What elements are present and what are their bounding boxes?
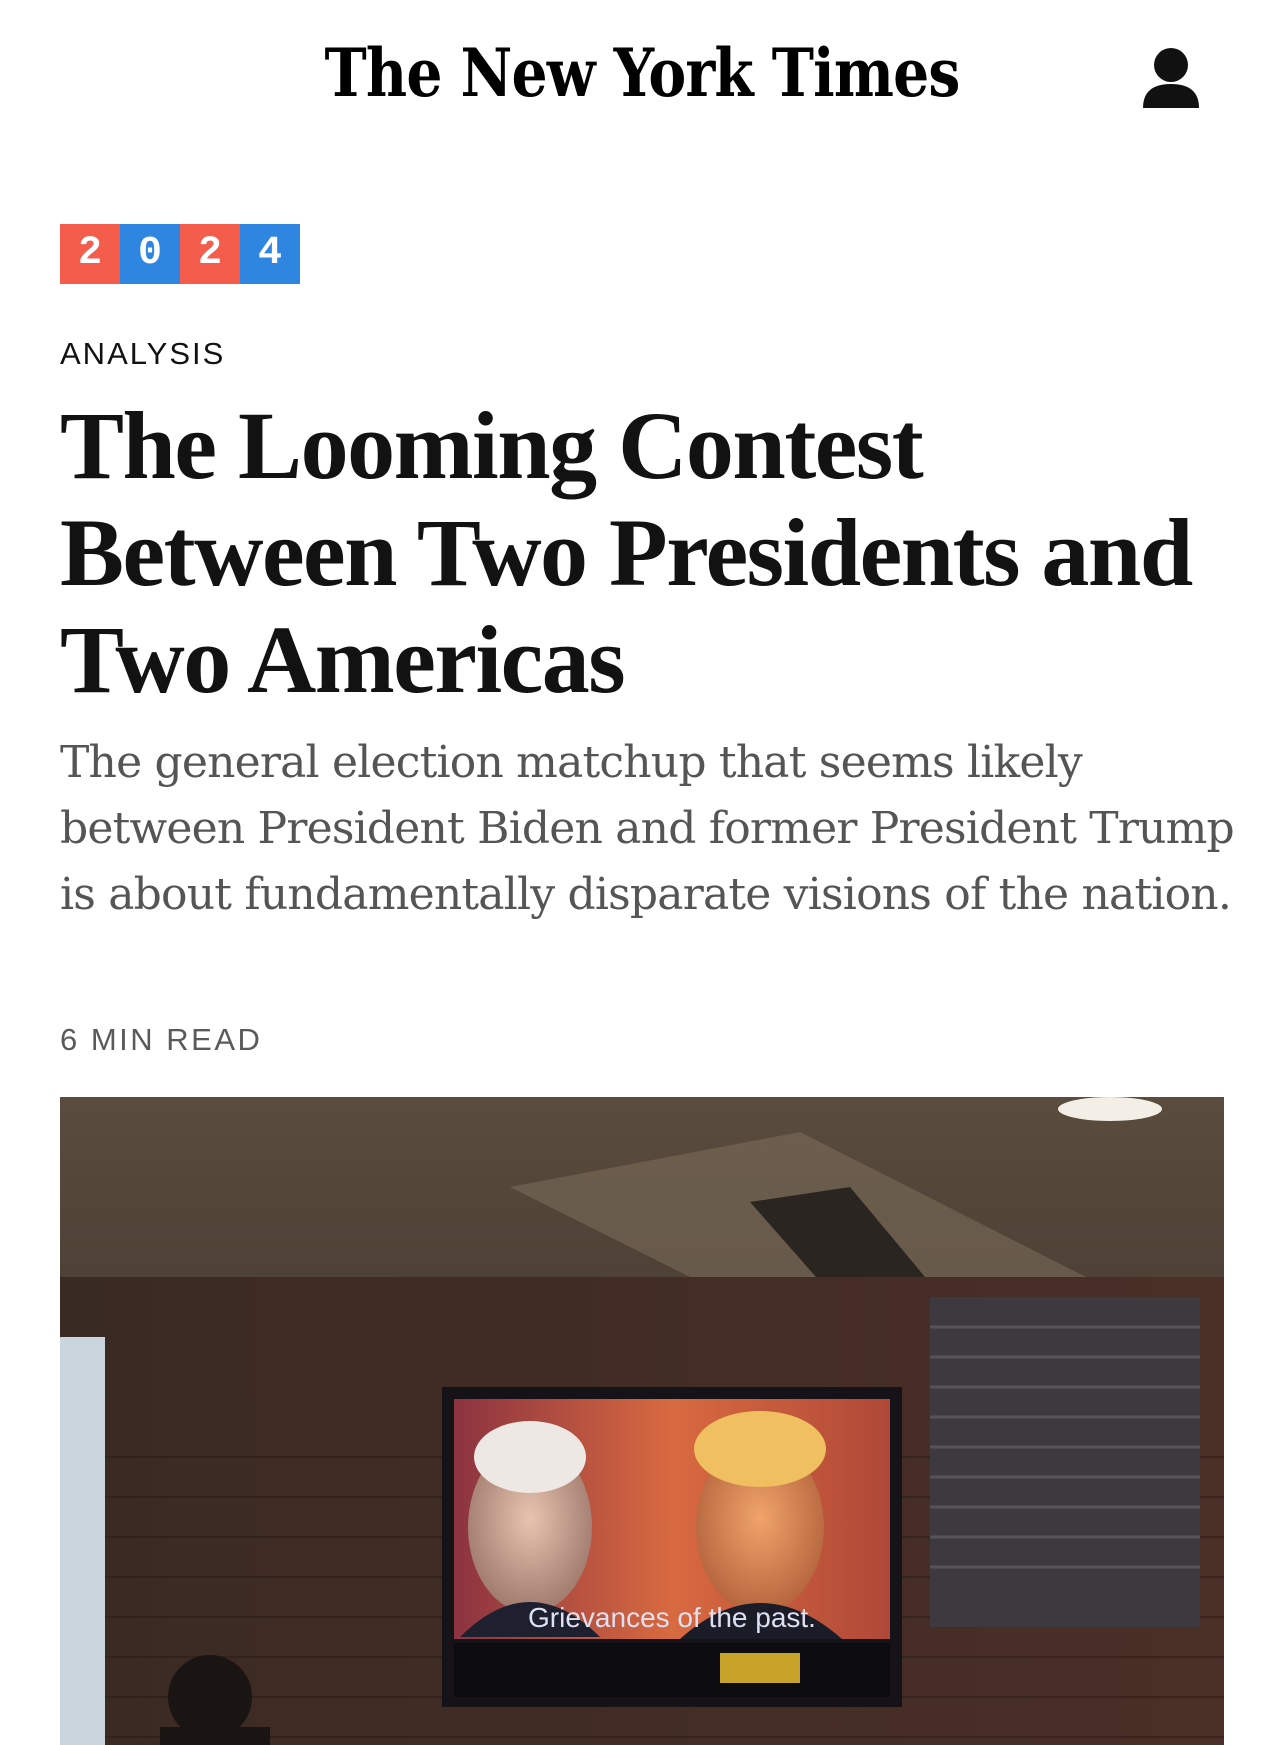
article-kicker: ANALYSIS [60,336,226,371]
site-header: The New York Times [0,0,1284,150]
lead-photo[interactable]: Grievances of the past. [60,1097,1224,1745]
article-summary: The general election matchup that seems … [60,737,1235,920]
article-headline: The Looming Contest Between Two Presiden… [60,392,1193,713]
election-2024-badge[interactable]: 2 0 2 4 [60,224,300,284]
badge-digit: 2 [180,224,240,284]
ceiling-light [1058,1097,1162,1121]
television: Grievances of the past. [442,1387,902,1707]
poster [60,1337,105,1745]
badge-digit: 0 [120,224,180,284]
tv-caption: Grievances of the past. [528,1602,816,1633]
read-time: 6 MIN READ [60,1022,263,1057]
badge-digit: 4 [240,224,300,284]
window-blinds [930,1297,1200,1627]
masthead-logo[interactable]: The New York Times [90,34,1194,112]
badge-digit: 2 [60,224,120,284]
person-icon[interactable] [1140,44,1202,114]
